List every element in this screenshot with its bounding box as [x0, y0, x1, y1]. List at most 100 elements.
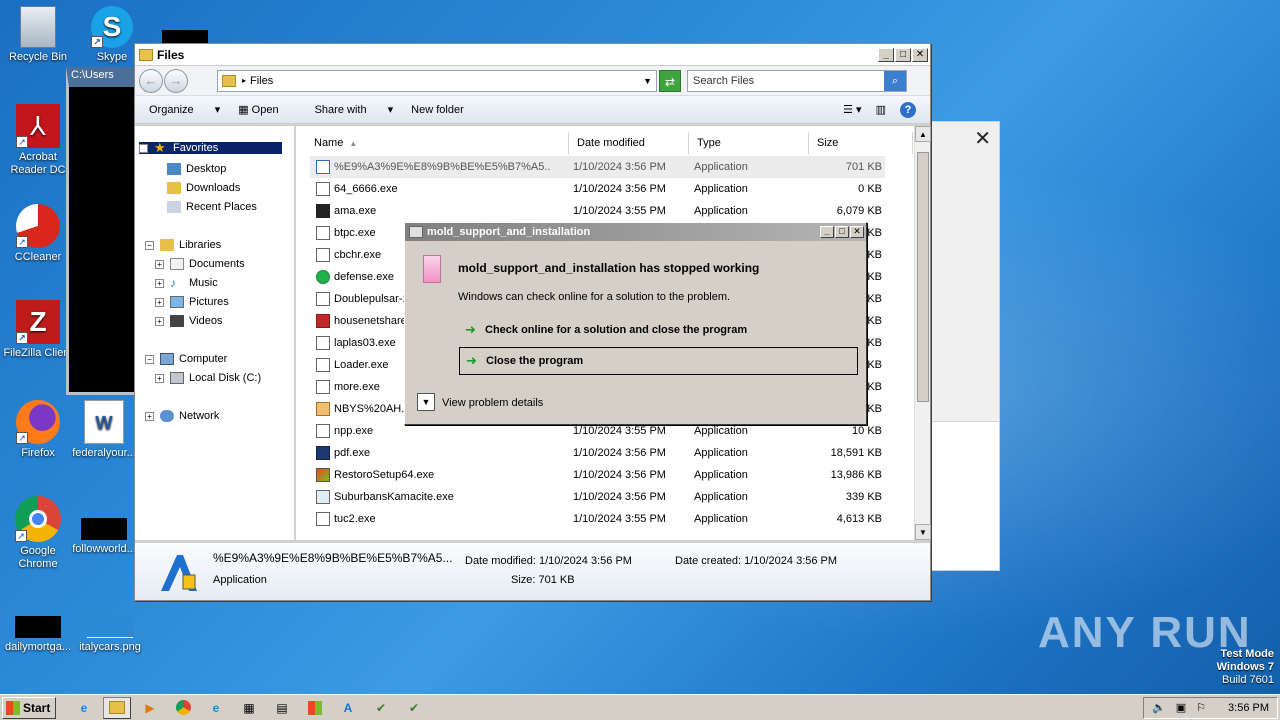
- error-reporting-taskbar-icon[interactable]: ✔: [367, 697, 395, 719]
- organize-button[interactable]: Organize ▾: [149, 103, 220, 116]
- close-icon[interactable]: ✕: [974, 126, 991, 151]
- office-taskbar-icon[interactable]: [301, 697, 329, 719]
- nav-item-recent-places[interactable]: Recent Places: [167, 201, 257, 213]
- file-row[interactable]: %E9%A3%9E%E8%9B%BE%E5%B7%A5... 1/10/2024 …: [310, 156, 885, 178]
- open-button[interactable]: ▦ Open: [238, 103, 296, 116]
- nav-item-documents[interactable]: + Documents: [155, 258, 245, 270]
- expand-icon[interactable]: +: [145, 411, 154, 421]
- volume-icon[interactable]: 🔈: [1152, 701, 1166, 714]
- nav-item-videos[interactable]: + Videos: [155, 315, 222, 327]
- explorer-taskbar-icon[interactable]: [103, 696, 131, 719]
- minimize-button[interactable]: _: [878, 47, 894, 62]
- followworld-file-icon[interactable]: followworld...: [66, 518, 142, 556]
- filezilla-icon[interactable]: Z ↗ FileZilla Client: [0, 300, 76, 360]
- italycars-image-icon[interactable]: italycars.png: [72, 616, 148, 654]
- expand-icon[interactable]: +: [155, 259, 164, 269]
- search-input[interactable]: Search Files ⌕: [687, 69, 907, 92]
- acrobat-reader-icon[interactable]: ⅄ ↗ Acrobat Reader DC: [0, 104, 76, 177]
- file-type: Application: [694, 513, 748, 525]
- expand-icon[interactable]: +: [155, 316, 164, 326]
- dailymortgage-file-icon[interactable]: dailymortga...: [0, 616, 76, 654]
- column-header-size[interactable]: Size: [809, 132, 913, 154]
- error-dialog[interactable]: mold_support_and_installation _ □ ✕ mold…: [404, 222, 867, 425]
- action-center-icon[interactable]: ⚐: [1196, 701, 1206, 714]
- maximize-button[interactable]: □: [895, 47, 911, 62]
- nav-item-downloads[interactable]: Downloads: [167, 182, 240, 194]
- edge-taskbar-icon[interactable]: e: [202, 697, 230, 719]
- column-header-date[interactable]: Date modified: [569, 132, 689, 154]
- nav-item-network[interactable]: + Network: [145, 410, 219, 422]
- file-row[interactable]: RestoroSetup64.exe 1/10/2024 3:56 PM Appli…: [310, 464, 885, 486]
- installer-taskbar-icon[interactable]: ▤: [268, 697, 296, 719]
- expand-icon[interactable]: +: [155, 297, 164, 307]
- file-name-cell: 64_6666.exe: [310, 182, 550, 196]
- recycle-bin-icon[interactable]: Recycle Bin: [0, 6, 76, 64]
- file-row[interactable]: tuc2.exe 1/10/2024 3:55 PM Application 4,61…: [310, 508, 885, 530]
- collapse-icon[interactable]: −: [139, 143, 148, 153]
- start-button[interactable]: Start: [2, 696, 56, 719]
- new-folder-button[interactable]: New folder: [411, 104, 464, 116]
- vertical-scrollbar[interactable]: ▲ ▼: [914, 126, 931, 540]
- column-header-label: Date modified: [577, 137, 645, 149]
- expand-icon[interactable]: +: [155, 373, 164, 383]
- dialog-titlebar[interactable]: mold_support_and_installation _ □ ✕: [405, 223, 866, 241]
- check-online-option[interactable]: ➜ Check online for a solution and close …: [465, 323, 747, 337]
- column-header-type[interactable]: Type: [689, 132, 809, 154]
- ccleaner-icon[interactable]: ↗ CCleaner: [0, 204, 76, 264]
- explorer-titlebar[interactable]: Files _ □ ✕: [135, 44, 930, 66]
- file-size: 4,613 KB: [836, 513, 882, 525]
- firefox-icon[interactable]: ↗ Firefox: [0, 400, 76, 460]
- chevron-down-icon[interactable]: ▼: [417, 393, 435, 411]
- help-icon[interactable]: ?: [900, 101, 916, 118]
- chrome-taskbar-icon[interactable]: [169, 697, 197, 719]
- preview-pane-icon[interactable]: ▥: [876, 103, 886, 116]
- address-path: Files: [250, 74, 274, 87]
- check-online-label: Check online for a solution and close th…: [485, 324, 748, 336]
- address-dropdown-icon[interactable]: ▼: [643, 76, 652, 86]
- drive-icon: [170, 372, 184, 384]
- maximize-button[interactable]: □: [835, 226, 849, 238]
- error-reporting-taskbar-icon-2[interactable]: ✔: [400, 697, 428, 719]
- nav-item-music[interactable]: + ♪ Music: [155, 277, 218, 289]
- nav-item-desktop[interactable]: Desktop: [167, 163, 226, 175]
- google-chrome-icon[interactable]: ↗ Google Chrome: [0, 496, 76, 571]
- collapse-icon[interactable]: −: [145, 240, 154, 250]
- file-row[interactable]: ama.exe 1/10/2024 3:55 PM Application 6,079…: [310, 200, 885, 222]
- calculator-taskbar-icon[interactable]: ▦: [235, 697, 263, 719]
- app-a-taskbar-icon[interactable]: A: [334, 697, 362, 719]
- minimize-button[interactable]: _: [820, 226, 834, 238]
- share-with-button[interactable]: Share with ▾: [315, 103, 394, 116]
- file-name-cell: tuc2.exe: [310, 512, 550, 526]
- view-problem-details-link[interactable]: View problem details: [442, 397, 543, 409]
- address-bar[interactable]: ▸ Files ▼: [217, 69, 657, 92]
- nav-item-favorites[interactable]: − ★ Favorites: [139, 141, 283, 154]
- search-icon[interactable]: ⌕: [884, 70, 906, 91]
- file-row[interactable]: 64_6666.exe 1/10/2024 3:56 PM Application 0…: [310, 178, 885, 200]
- column-header-name[interactable]: Name ▲: [304, 132, 569, 154]
- expand-icon[interactable]: +: [155, 278, 164, 288]
- breadcrumb-chevron-icon[interactable]: ▸: [242, 76, 246, 85]
- nav-item-libraries[interactable]: − Libraries: [145, 239, 221, 251]
- scroll-up-icon[interactable]: ▲: [915, 126, 931, 142]
- forward-button[interactable]: →: [164, 68, 188, 93]
- media-player-icon[interactable]: ▶: [136, 697, 164, 719]
- file-row[interactable]: SuburbansKamacite.exe 1/10/2024 3:56 PM Ap…: [310, 486, 885, 508]
- network-tray-icon[interactable]: ▣: [1176, 701, 1186, 714]
- word-document-icon[interactable]: W federalyour...: [66, 400, 142, 460]
- nav-item-computer[interactable]: − Computer: [145, 353, 227, 365]
- nav-item-pictures[interactable]: + Pictures: [155, 296, 229, 308]
- share-with-label: Share with: [314, 104, 367, 116]
- view-options-icon[interactable]: ☰ ▾: [843, 103, 861, 116]
- nav-item-local-disk[interactable]: + Local Disk (C:): [155, 372, 261, 384]
- collapse-icon[interactable]: −: [145, 354, 154, 364]
- back-button[interactable]: ←: [139, 68, 163, 93]
- refresh-button[interactable]: ⇄: [659, 69, 681, 92]
- file-row[interactable]: pdf.exe 1/10/2024 3:56 PM Application 18,59…: [310, 442, 885, 464]
- scrollbar-thumb[interactable]: [917, 152, 929, 402]
- close-button[interactable]: ✕: [912, 47, 928, 62]
- clock[interactable]: 3:56 PM: [1228, 702, 1269, 714]
- close-program-option[interactable]: ➜ Close the program: [459, 347, 858, 375]
- internet-explorer-icon[interactable]: e: [70, 697, 98, 719]
- scroll-down-icon[interactable]: ▼: [915, 524, 931, 540]
- close-button[interactable]: ✕: [850, 226, 864, 238]
